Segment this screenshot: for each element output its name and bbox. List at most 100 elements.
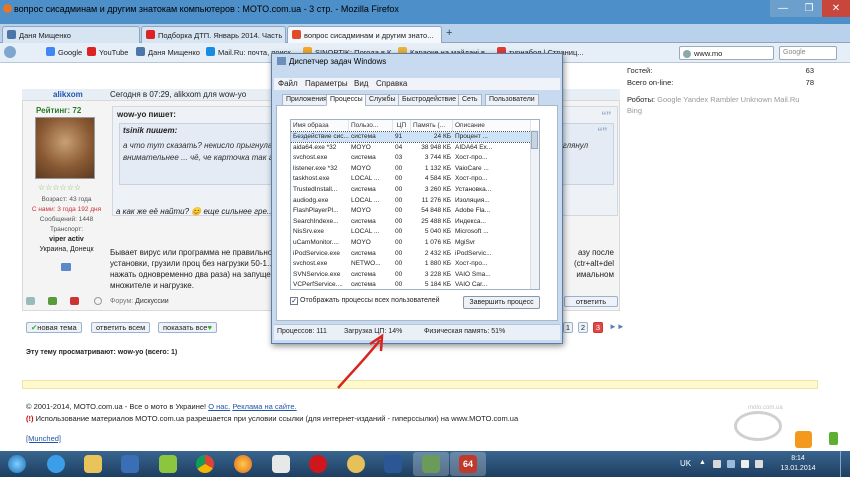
volume-icon[interactable] [755,460,763,468]
scrollbar-thumb[interactable] [531,131,538,149]
process-row[interactable]: iPodService.exe система 00 2 432 КБ iPodServ… [291,249,531,259]
taskbar-chrome[interactable] [187,452,223,476]
column-header[interactable]: Пользо... [349,120,393,131]
process-row[interactable]: uCamMonitor.... MOYO 00 1 076 КБ MgiSvr [291,238,531,248]
search-input[interactable]: Google [779,46,837,60]
taskbar-opera[interactable] [300,452,336,476]
task-manager-icon [422,455,440,473]
menu-file[interactable]: Файл [278,79,298,88]
process-desc: VAIO Sma... [455,270,491,278]
column-header[interactable]: ЦП [393,120,411,131]
about-link[interactable]: О нас. [208,402,230,411]
start-button[interactable] [2,452,32,476]
menu-help[interactable]: Справка [376,79,407,88]
process-row[interactable]: Бездействие сис... система 91 24 КБ Процент … [291,131,532,143]
process-cpu: 00 [395,196,403,204]
taskbar-explorer[interactable] [75,452,111,476]
address-bar[interactable]: www.mo [679,46,774,60]
site-sidebar: Гостей: 63 Всего on-line: 78 Роботы: Googl… [627,66,822,116]
taskbar-firefox[interactable] [225,452,261,476]
tab-services[interactable]: Службы [365,94,400,106]
tab-moto[interactable]: вопрос сисадминам и другим знато... [287,26,442,43]
ads-link[interactable]: Реклама на сайте. [232,402,296,411]
taskbar-hp[interactable] [263,452,299,476]
firefox-icon[interactable] [3,4,12,13]
end-process-button[interactable]: Завершить процесс [463,296,540,309]
thumb-down-icon[interactable] [70,297,79,305]
taskbar-media[interactable] [112,452,148,476]
column-header[interactable]: Память (... [411,120,453,131]
taskbar-word[interactable] [375,452,411,476]
process-row[interactable]: listener.exe *32 MOYO 00 1 132 КБ VaioCare .… [291,164,531,174]
taskbar-aida64[interactable]: 64 [450,452,486,476]
tab-users[interactable]: Пользователи [485,94,539,106]
column-header[interactable]: Описание [453,120,531,131]
author-location: Украина, Донецк [39,246,94,253]
bookmark-google[interactable]: Google [46,47,82,57]
tab-performance[interactable]: Быстродействие [398,94,461,106]
taskbar-ie[interactable] [38,452,74,476]
rss-icon[interactable] [795,431,812,448]
process-row[interactable]: FlashPlayerPl... MOYO 00 54 848 КБ Adobe Fla… [291,206,531,216]
page-current[interactable]: 3 [593,322,603,333]
bookmark-dania[interactable]: Даня Мищенко [136,47,200,57]
new-tab-button[interactable]: + [446,27,452,39]
close-button[interactable]: ✕ [822,0,850,17]
checkbox-checked[interactable]: ✓ [290,297,298,305]
process-row[interactable]: SVNService.exe система 00 3 228 КБ VAIO Sma.… [291,270,531,280]
process-row[interactable]: TrustedInstall... система 00 3 260 КБ Устано… [291,185,531,195]
process-user: система [351,270,376,278]
process-row[interactable]: audiodg.exe LOCAL ... 00 11 276 КБ Изоляция.… [291,196,531,206]
new-topic-button[interactable]: ✔новая тема [26,322,82,333]
author-link[interactable]: alikxom [53,90,83,99]
robots-label: Роботы: [627,95,656,104]
show-all-processes[interactable]: ✓ Отображать процессы всех пользователей [290,297,460,305]
process-row[interactable]: taskhost.exe LOCAL ... 00 4 584 КБ Хост-про.… [291,174,531,184]
tab-dania[interactable]: Даня Мищенко [2,26,140,43]
reply-all-button[interactable]: ответить всем [91,322,151,333]
taskbar-app2[interactable] [338,452,374,476]
next-page-icon[interactable]: ►► [609,322,625,331]
page-link[interactable]: 2 [578,322,588,333]
page-link[interactable]: 1 [563,322,573,333]
process-row[interactable]: VCPerfService.... система 00 5 184 КБ VAIO C… [291,280,531,289]
battery-icon[interactable] [727,460,735,468]
reply-button[interactable]: ответить [564,296,618,307]
clock[interactable]: 8:14 13.01.2014 [772,454,824,474]
minimize-button[interactable]: — [770,0,796,17]
back-icon[interactable] [4,46,16,58]
show-desktop-button[interactable] [840,451,850,477]
tab-applications[interactable]: Приложения [282,94,331,106]
process-desc: VaioCare ... [455,164,489,172]
process-row[interactable]: svchost.exe NETWO... 00 1 880 КБ Хост-про... [291,259,531,269]
maximize-button[interactable]: ❐ [796,0,822,17]
menu-view[interactable]: Вид [354,79,368,88]
copyright: © 2001-2014, MOTO.com.ua - Все о мото в … [26,402,207,411]
tool-icon[interactable] [26,297,35,305]
munched-link[interactable]: [Munched] [26,434,61,443]
tab-dtp[interactable]: Подборка ДТП. Январь 2014. Часть ... [141,26,286,43]
tab-processes[interactable]: Процессы [326,94,367,106]
thumb-up-icon[interactable] [48,297,57,305]
message-icon[interactable] [61,263,71,271]
addon-icon[interactable] [829,432,838,445]
process-row[interactable]: aida64.exe *32 MOYO 04 38 948 КБ AIDA64 Ex..… [291,143,531,153]
column-header[interactable]: Имя образа [291,120,349,131]
process-row[interactable]: svchost.exe система 03 3 744 КБ Хост-про... [291,153,531,163]
avatar[interactable] [35,117,95,179]
show-hidden-icon[interactable]: ▲ [699,459,706,466]
taskbar-app[interactable] [150,452,186,476]
process-row[interactable]: NisSrv.exe LOCAL ... 00 5 040 КБ Microsoft .… [291,227,531,237]
menu-options[interactable]: Параметры [305,79,348,88]
taskbar-taskmgr[interactable] [413,452,449,476]
tab-network[interactable]: Сеть [458,94,482,106]
network-icon[interactable] [741,460,749,468]
process-row[interactable]: SearchIndexe... система 00 25 488 КБ Индекса… [291,217,531,227]
flag-icon[interactable] [713,460,721,468]
forum-link[interactable]: Дискуссии [135,298,169,305]
language-indicator[interactable]: UK [680,459,691,468]
show-all-button[interactable]: показать все♥ [158,322,217,333]
process-scrollbar[interactable] [530,130,539,289]
report-icon[interactable] [94,297,102,305]
bookmark-youtube[interactable]: YouTube [87,47,128,57]
